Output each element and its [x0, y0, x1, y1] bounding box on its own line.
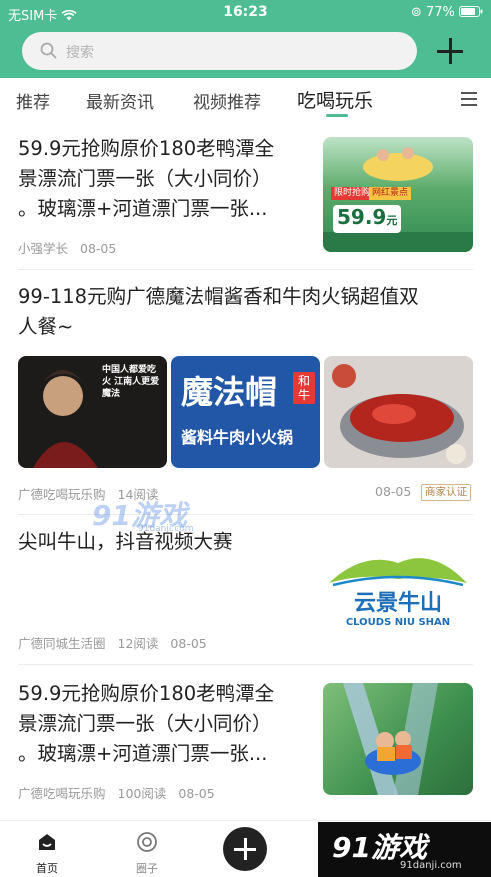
watermark-badge: 91游戏 91danji.com — [318, 822, 491, 877]
home-icon — [39, 834, 55, 850]
article-image-1: 中国人都爱吃火 江南人更爱魔法 — [18, 356, 167, 468]
author-name: 小强学长 — [18, 241, 69, 256]
article-meta: 广德同城生活圈 12阅读 08-05 — [18, 633, 219, 652]
article-card[interactable]: 59.9元抢购原价180老鸭潭全 景漂流门票一张（大小同价） 。玻璃漂+河道漂门… — [0, 665, 491, 815]
publish-date: 08-05 — [80, 241, 117, 256]
article-image-2: 魔法帽 和牛 酱料牛肉小火锅 — [171, 356, 320, 468]
thumb-tag: 限时抢购 — [331, 187, 374, 200]
article-thumbnail: 限时抢购 网红景点 59.9元 — [323, 137, 473, 252]
author-name: 广德同城生活圈 — [18, 636, 106, 651]
publish-date: 08-05 — [170, 636, 207, 651]
thumb-tag: 网红景点 — [369, 187, 412, 200]
orientation-lock-icon: ⊚ — [410, 5, 422, 20]
article-card[interactable]: 59.9元抢购原价180老鸭潭全 景漂流门票一张（大小同价） 。玻璃漂+河道漂门… — [0, 120, 491, 270]
logo-chinese-name: 云景牛山 — [353, 591, 442, 616]
article-thumbnail — [323, 683, 473, 795]
tab-latest-news[interactable]: 最新资讯 — [86, 88, 154, 113]
tab-video-recommend[interactable]: 视频推荐 — [193, 88, 261, 113]
image-caption: 中国人都爱吃火 江南人更爱魔法 — [102, 365, 160, 399]
battery-icon — [459, 6, 483, 17]
read-count: 12阅读 — [117, 636, 159, 651]
article-title: 59.9元抢购原价180老鸭潭全 景漂流门票一张（大小同价） 。玻璃漂+河道漂门… — [18, 137, 275, 220]
logo-image: 云景牛山 CLOUDS NIU SHAN — [323, 533, 473, 645]
search-icon — [40, 42, 57, 59]
tab-food-fun[interactable]: 吃喝玩乐 — [297, 86, 373, 113]
menu-icon[interactable] — [461, 92, 477, 106]
article-card[interactable]: 尖叫牛山，抖音视频大赛 云景牛山 CLOUDS NIU SHAN 广德同城生活圈… — [0, 515, 491, 665]
circle-icon — [137, 832, 157, 852]
watermark-url: 91danji.com — [400, 860, 462, 871]
search-placeholder: 搜索 — [66, 45, 94, 61]
top-bar: 搜索 — [0, 26, 491, 78]
brand-badge: 和牛 — [293, 372, 315, 404]
article-title: 59.9元抢购原价180老鸭潭全 景漂流门票一张（大小同价） 。玻璃漂+河道漂门… — [18, 682, 275, 765]
thumb-price: 59.9元 — [333, 205, 402, 233]
active-tab-indicator — [326, 114, 348, 117]
nav-home-label: 首页 — [36, 862, 58, 875]
article-meta: 广德吃喝玩乐购 100阅读 08-05 — [18, 783, 227, 802]
status-bar: 无SIM卡 16:23 ⊚ 77% — [0, 0, 491, 26]
article-title: 99-118元购广德魔法帽酱香和牛肉火锅超值双 人餐~ — [18, 285, 419, 338]
add-icon[interactable] — [437, 38, 463, 64]
article-meta: 小强学长 08-05 — [18, 238, 128, 257]
author-name: 广德吃喝玩乐购 — [18, 786, 106, 801]
article-card[interactable]: 99-118元购广德魔法帽酱香和牛肉火锅超值双 人餐~ 中国人都爱吃火 江南人更… — [0, 270, 491, 515]
battery-status: ⊚ 77% — [411, 5, 483, 20]
logo-english-name: CLOUDS NIU SHAN — [345, 617, 451, 628]
article-image-3 — [324, 356, 473, 468]
merchant-verified-badge: 商家认证 — [421, 484, 471, 501]
publish-date: 08-05 — [178, 786, 215, 801]
tab-recommend[interactable]: 推荐 — [16, 88, 50, 113]
brand-slogan: 酱料牛肉小火锅 — [181, 428, 294, 447]
article-title: 尖叫牛山，抖音视频大赛 — [18, 530, 233, 553]
search-input[interactable]: 搜索 — [22, 32, 417, 70]
read-count: 100阅读 — [117, 786, 167, 801]
publish-button[interactable] — [223, 827, 267, 871]
category-tabs: 推荐 最新资讯 视频推荐 吃喝玩乐 — [0, 78, 491, 120]
nav-circle-label: 圈子 — [136, 862, 158, 875]
brand-name: 魔法帽 — [181, 373, 278, 411]
publish-date: 08-05 — [375, 484, 412, 499]
